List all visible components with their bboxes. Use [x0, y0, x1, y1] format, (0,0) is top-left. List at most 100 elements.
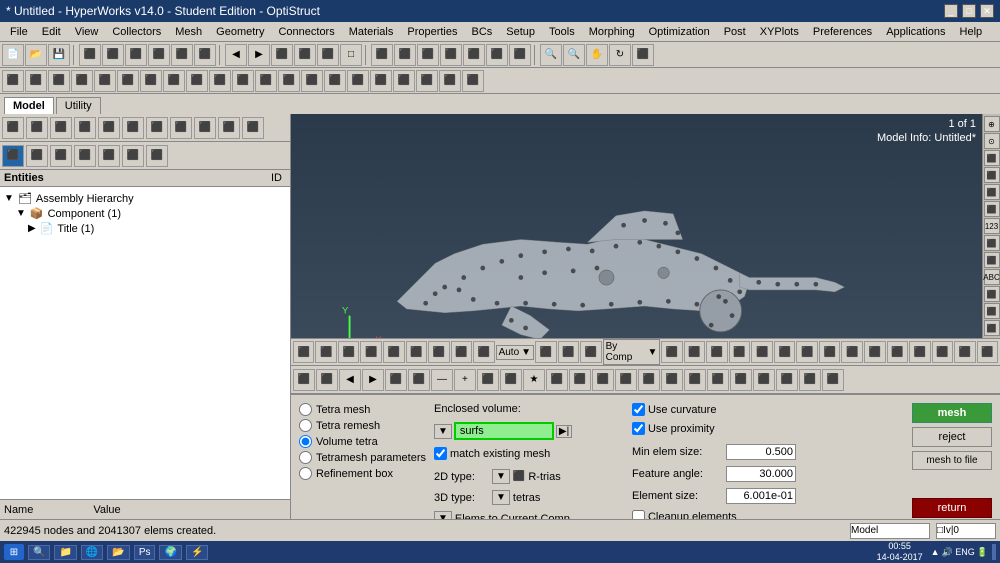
show-desktop-button[interactable]: [992, 544, 996, 560]
2d-type-dropdown[interactable]: ▼: [492, 469, 510, 484]
menu-preferences[interactable]: Preferences: [807, 25, 878, 39]
toolbar-btn5[interactable]: ⬛: [171, 44, 193, 66]
cleanup-checkbox[interactable]: [632, 510, 645, 519]
min-elem-input[interactable]: [726, 444, 796, 460]
tb2-btn17[interactable]: ⬛: [370, 70, 392, 92]
vt2-btn7[interactable]: —: [431, 369, 453, 391]
radio-volume-tetra[interactable]: Volume tetra: [299, 435, 426, 448]
auto-dropdown[interactable]: Auto ▼: [496, 345, 534, 360]
lt-btn3[interactable]: ⬛: [50, 117, 72, 139]
taskbar-search[interactable]: 🔍: [28, 545, 50, 560]
tree-item-assembly[interactable]: ▼ 🗂 Assembly Hierarchy: [4, 191, 286, 206]
vt-btn22[interactable]: ⬛: [864, 341, 886, 363]
menu-tools[interactable]: Tools: [543, 25, 581, 39]
vt-btn15[interactable]: ⬛: [706, 341, 728, 363]
toolbar-hand[interactable]: ✋: [586, 44, 608, 66]
vt-btn18[interactable]: ⬛: [774, 341, 796, 363]
vt-btn2[interactable]: ⬛: [315, 341, 337, 363]
vt-btn23[interactable]: ⬛: [887, 341, 909, 363]
lt-btn7[interactable]: ⬛: [146, 117, 168, 139]
vt-btn3[interactable]: ⬛: [338, 341, 360, 363]
toolbar-rotate[interactable]: ↻: [609, 44, 631, 66]
toolbar-btn9[interactable]: ⬛: [271, 44, 293, 66]
menu-morphing[interactable]: Morphing: [583, 25, 641, 39]
strip-btn7[interactable]: 123: [984, 218, 1000, 234]
tab-model[interactable]: Model: [4, 97, 54, 114]
tb2-btn9[interactable]: ⬛: [186, 70, 208, 92]
vt2-btn4[interactable]: ▶: [362, 369, 384, 391]
vt2-btn1[interactable]: ⬛: [293, 369, 315, 391]
strip-btn3[interactable]: ⬛: [984, 150, 1000, 166]
strip-btn8[interactable]: ⬛: [984, 235, 1000, 251]
strip-btn6[interactable]: ⬛: [984, 201, 1000, 217]
vt2-btn16[interactable]: ⬛: [638, 369, 660, 391]
toolbar-new[interactable]: 📄: [2, 44, 24, 66]
menu-xyplots[interactable]: XYPlots: [754, 25, 805, 39]
toolbar-btn15[interactable]: ⬛: [417, 44, 439, 66]
toolbar-btn1[interactable]: ⬛: [79, 44, 101, 66]
tree-item-title[interactable]: ▶ 📄 Title (1): [4, 221, 286, 236]
lt-btn11[interactable]: ⬛: [242, 117, 264, 139]
menu-collectors[interactable]: Collectors: [106, 25, 167, 39]
tb2-btn2[interactable]: ⬛: [25, 70, 47, 92]
use-proximity-checkbox[interactable]: [632, 422, 645, 435]
vt-btn14[interactable]: ⬛: [684, 341, 706, 363]
menu-geometry[interactable]: Geometry: [210, 25, 270, 39]
menu-connectors[interactable]: Connectors: [272, 25, 340, 39]
tree-item-component[interactable]: ▼ 📦 Component (1): [4, 206, 286, 221]
tb2-btn18[interactable]: ⬛: [393, 70, 415, 92]
menu-file[interactable]: File: [4, 25, 34, 39]
lt2-btn6[interactable]: ⬛: [122, 145, 144, 167]
tb2-btn21[interactable]: ⬛: [462, 70, 484, 92]
lt-btn10[interactable]: ⬛: [218, 117, 240, 139]
vt2-btn24[interactable]: ⬛: [822, 369, 844, 391]
status-ivi-input[interactable]: [936, 523, 996, 539]
vt-btn19[interactable]: ⬛: [796, 341, 818, 363]
vt-btn6[interactable]: ⬛: [406, 341, 428, 363]
taskbar-explorer[interactable]: 📁: [54, 545, 76, 560]
tb2-btn5[interactable]: ⬛: [94, 70, 116, 92]
toolbar-btn12[interactable]: □: [340, 44, 362, 66]
tb2-btn13[interactable]: ⬛: [278, 70, 300, 92]
strip-btn10[interactable]: ABC: [984, 269, 1000, 285]
vt-btn20[interactable]: ⬛: [819, 341, 841, 363]
tb2-btn16[interactable]: ⬛: [347, 70, 369, 92]
vt2-btn22[interactable]: ⬛: [776, 369, 798, 391]
radio-input-tetramesh-params[interactable]: [299, 451, 312, 464]
vt-btn24[interactable]: ⬛: [909, 341, 931, 363]
menu-help[interactable]: Help: [954, 25, 989, 39]
menu-view[interactable]: View: [69, 25, 105, 39]
use-curvature-checkbox[interactable]: [632, 403, 645, 416]
reject-button[interactable]: reject: [912, 427, 992, 447]
lt-btn1[interactable]: ⬛: [2, 117, 24, 139]
tb2-btn4[interactable]: ⬛: [71, 70, 93, 92]
vt2-btn21[interactable]: ⬛: [753, 369, 775, 391]
tab-utility[interactable]: Utility: [56, 97, 101, 114]
vt-btn16[interactable]: ⬛: [729, 341, 751, 363]
toolbar-save[interactable]: 💾: [48, 44, 70, 66]
toolbar-btn20[interactable]: ⬛: [632, 44, 654, 66]
lt-btn5[interactable]: ⬛: [98, 117, 120, 139]
strip-btn9[interactable]: ⬛: [984, 252, 1000, 268]
lt-btn4[interactable]: ⬛: [74, 117, 96, 139]
strip-btn2[interactable]: ⊙: [984, 133, 1000, 149]
vt2-btn11[interactable]: ★: [523, 369, 545, 391]
lt-btn8[interactable]: ⬛: [170, 117, 192, 139]
toolbar-btn11[interactable]: ⬛: [317, 44, 339, 66]
toolbar-btn3[interactable]: ⬛: [125, 44, 147, 66]
strip-btn5[interactable]: ⬛: [984, 184, 1000, 200]
lt2-btn1[interactable]: ⬛: [2, 145, 24, 167]
toolbar-btn4[interactable]: ⬛: [148, 44, 170, 66]
vt-btn27[interactable]: ⬛: [977, 341, 999, 363]
enclosed-play-btn[interactable]: ▶|: [556, 425, 572, 438]
menu-bcs[interactable]: BCs: [466, 25, 499, 39]
radio-tetramesh-params[interactable]: Tetramesh parameters: [299, 451, 426, 464]
radio-input-volume-tetra[interactable]: [299, 435, 312, 448]
vt2-btn14[interactable]: ⬛: [592, 369, 614, 391]
vt-btn12[interactable]: ⬛: [580, 341, 602, 363]
start-button[interactable]: ⊞: [4, 544, 24, 560]
vt2-btn12[interactable]: ⬛: [546, 369, 568, 391]
toolbar-zoom[interactable]: 🔍: [540, 44, 562, 66]
strip-btn1[interactable]: ⊕: [984, 116, 1000, 132]
tb2-btn6[interactable]: ⬛: [117, 70, 139, 92]
